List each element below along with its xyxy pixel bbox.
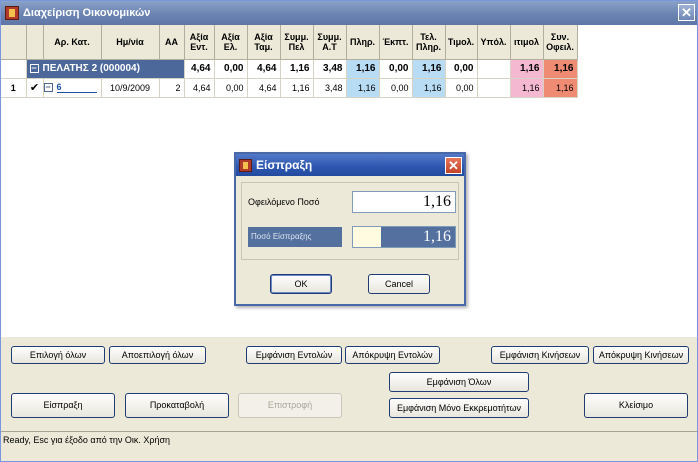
group-indent — [1, 59, 27, 79]
app-icon — [239, 158, 252, 172]
group-cell: 0,00 — [445, 59, 478, 79]
row-cell: 1,16 — [510, 78, 544, 98]
col-header[interactable]: Συμμ. Α.Τ — [313, 25, 347, 60]
check-icon: ✔ — [29, 81, 40, 94]
row-cell: 0,00 — [214, 78, 248, 98]
grid-header-row: Αρ. Κατ. Ημ/νία ΑΑ Αξία Εντ. Αξία Ελ. Αξ… — [1, 25, 578, 60]
row-number: 1 — [1, 78, 27, 98]
row-checkbox[interactable]: ✔ — [26, 78, 44, 98]
receipt-amount-field[interactable]: 1,16 — [352, 226, 456, 248]
hide-orders-button[interactable]: Απόκρυψη Εντολών — [345, 346, 440, 364]
window-title: Διαχείριση Οικονομικών — [23, 7, 151, 19]
show-movements-button[interactable]: Εμφάνιση Κινήσεων — [491, 346, 589, 364]
group-cell: 1,16 — [412, 59, 446, 79]
col-header[interactable]: Τελ. Πληρ. — [412, 25, 446, 60]
code-cell[interactable]: −6 — [43, 78, 102, 98]
close-icon[interactable]: ✕ — [445, 157, 462, 174]
row-cell: 4,64 — [184, 78, 215, 98]
col-header[interactable]: Ημ/νία — [101, 25, 160, 60]
row-cell: 3,48 — [313, 78, 347, 98]
owed-amount-field[interactable]: 1,16 — [352, 191, 456, 213]
advance-payment-button[interactable]: Προκαταβολή — [125, 393, 229, 418]
deselect-all-button[interactable]: Αποεπιλογή όλων — [109, 346, 206, 364]
row-cell: 1,16 — [543, 78, 578, 98]
col-header[interactable]: Πληρ. — [346, 25, 380, 60]
receipt-dialog: Είσπραξη ✕ Οφειλόμενο Ποσό 1,16 Ποσό Είσ… — [234, 152, 466, 306]
group-cell: 1,16 — [280, 59, 314, 79]
status-bar: Ready, Esc για έξοδο από την Οικ. Χρήση — [1, 431, 697, 449]
row-cell: 1,16 — [412, 78, 446, 98]
dialog-body: Οφειλόμενο Ποσό 1,16 Ποσό Είσπραξης 1,16 — [241, 182, 459, 260]
col-header[interactable]: Έκπτ. — [379, 25, 413, 60]
group-cell: 4,64 — [247, 59, 281, 79]
dialog-title-bar: Είσπραξη ✕ — [236, 154, 464, 176]
row-cell — [477, 78, 511, 98]
cancel-button[interactable]: Cancel — [368, 274, 430, 294]
group-label: ΠΕΛΑΤΗΣ 2 (000004) — [42, 63, 140, 74]
group-cell — [477, 59, 511, 79]
receipt-amount-label: Ποσό Είσπραξης — [248, 227, 342, 247]
dialog-title: Είσπραξη — [256, 158, 313, 172]
group-cell: 1,16 — [346, 59, 380, 79]
code-value: 6 — [56, 82, 97, 93]
row-cell: 0,00 — [379, 78, 413, 98]
group-cell: 4,64 — [184, 59, 215, 79]
show-pending-only-button[interactable]: Εμφάνιση Μόνο Εκκρεμοτήτων — [389, 398, 529, 418]
date-cell: 10/9/2009 — [101, 78, 160, 98]
group-cell: 0,00 — [214, 59, 248, 79]
aa-cell: 2 — [159, 78, 185, 98]
col-header[interactable]: Αξία Ταμ. — [247, 25, 281, 60]
close-icon[interactable]: ✕ — [678, 4, 695, 21]
receipt-button[interactable]: Είσπραξη — [11, 393, 115, 418]
hide-movements-button[interactable]: Απόκρυψη Κινήσεων — [593, 346, 689, 364]
show-all-button[interactable]: Εμφάνιση Όλων — [389, 372, 529, 392]
row-cell: 1,16 — [346, 78, 380, 98]
col-header[interactable]: Αξία Ελ. — [214, 25, 248, 60]
collapse-icon[interactable]: − — [29, 63, 39, 73]
group-label-cell: − ΠΕΛΑΤΗΣ 2 (000004) — [26, 59, 185, 79]
finance-table: Αρ. Κατ. Ημ/νία ΑΑ Αξία Εντ. Αξία Ελ. Αξ… — [1, 25, 578, 98]
main-window: Διαχείριση Οικονομικών ✕ Αρ. Κατ. Ημ/νία… — [0, 0, 698, 462]
row-cell: 0,00 — [445, 78, 478, 98]
col-header[interactable] — [1, 25, 27, 60]
group-cell: 1,16 — [543, 59, 578, 79]
col-header[interactable] — [26, 25, 44, 60]
table-row[interactable]: 1 ✔ −6 10/9/2009 2 4,64 0,00 4,64 1,16 3… — [1, 78, 578, 98]
title-bar: Διαχείριση Οικονομικών ✕ — [1, 1, 697, 25]
group-row[interactable]: − ΠΕΛΑΤΗΣ 2 (000004) 4,64 0,00 4,64 1,16 … — [1, 59, 578, 79]
collapse-icon[interactable]: − — [43, 83, 53, 93]
col-header[interactable]: Τιμολ. — [445, 25, 478, 60]
group-cell: 1,16 — [510, 59, 544, 79]
col-header[interactable]: Αρ. Κατ. — [43, 25, 102, 60]
show-orders-button[interactable]: Εμφάνιση Εντολών — [246, 346, 342, 364]
group-cell: 0,00 — [379, 59, 413, 79]
col-header[interactable]: Αξία Εντ. — [184, 25, 215, 60]
refund-button[interactable]: Επιστροφή — [238, 393, 342, 418]
col-header[interactable]: Υπόλ. — [477, 25, 511, 60]
app-icon — [5, 6, 19, 20]
group-cell: 3,48 — [313, 59, 347, 79]
ok-button[interactable]: OK — [270, 274, 332, 294]
col-header[interactable]: ΑΑ — [159, 25, 185, 60]
row-cell: 1,16 — [280, 78, 314, 98]
row-cell: 4,64 — [247, 78, 281, 98]
close-button[interactable]: Κλείσιμο — [584, 393, 688, 418]
col-header[interactable]: Συμμ. Πελ — [280, 25, 314, 60]
col-header[interactable]: Συν. Οφειλ. — [543, 25, 578, 60]
owed-amount-label: Οφειλόμενο Ποσό — [248, 197, 320, 207]
select-all-button[interactable]: Επιλογή όλων — [11, 346, 105, 364]
col-header[interactable]: ιτιμολ — [510, 25, 544, 60]
